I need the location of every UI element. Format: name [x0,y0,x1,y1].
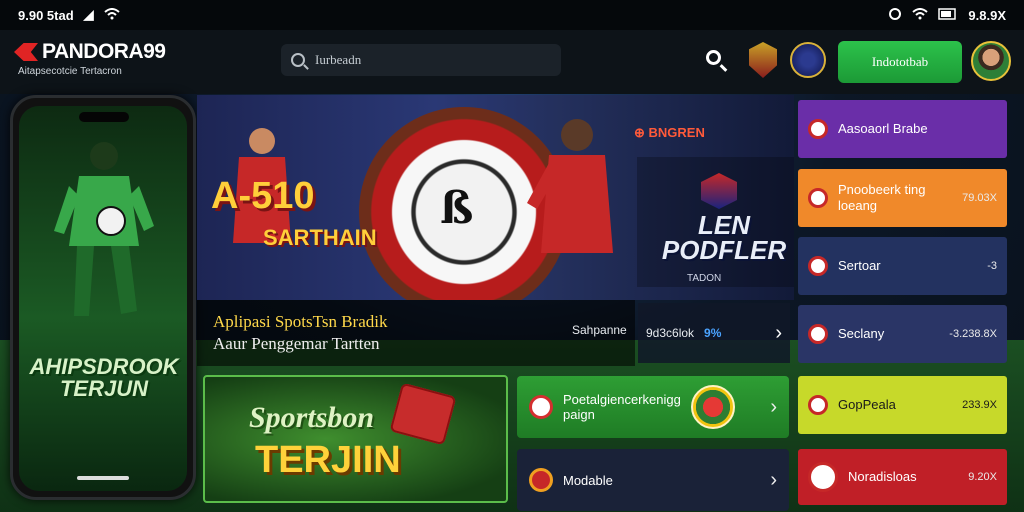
avatar[interactable] [971,41,1011,81]
wifi-icon-right [912,7,929,23]
stat-label: 9d3c6lok [646,326,695,340]
right-item-label: Aasoaorl Brabe [838,121,928,137]
mid-item-label: Poetalgiencerkenigg paign [563,392,681,422]
phone-title-line2: TERJUN [59,376,148,401]
right-item-value: -3 [987,260,997,272]
right-list-item[interactable]: Seclany -3.238.8X [798,305,1007,363]
right-list-item[interactable]: Aasoaorl Brabe [798,100,1007,158]
caption-line2: Aaur Penggemar Tartten [213,334,380,353]
logo-mark-icon [14,43,38,61]
right-item-label: Seclany [838,326,885,342]
hero-brand-sub: TADON [687,273,722,284]
soccer-ball-icon [529,395,553,419]
stat-percent: 9% [704,326,722,340]
mid-item-label: Modable [563,472,613,488]
phone-title: AHIPSDROOK TERJUN [29,356,179,400]
team-badge-icon [808,462,838,492]
right-list-item[interactable]: Noradisloas 9.20X [798,449,1007,505]
right-item-label: Noradisloas [848,469,917,485]
phone-notch [79,112,129,122]
lottery-badge-icon [690,385,735,429]
club-crest-icon [808,188,828,208]
right-item-label: Sertoar [838,258,881,274]
player-right-illustration [527,119,613,253]
right-item-value: 233.9X [962,399,997,411]
club-crest-icon [808,119,828,139]
right-item-value: 79.03X [962,192,997,204]
signup-button[interactable]: Indototbab [838,41,962,83]
brand-name: PANDORA99 [42,40,166,63]
roulette-center-icon: ß [440,183,474,234]
club-crest-icon [808,395,828,415]
chevron-right-icon: › [775,321,782,344]
chevron-right-icon: › [770,395,777,418]
phone-mockup: AHIPSDROOK TERJUN [10,95,196,500]
wifi-icon [104,7,120,23]
shield-icon [529,468,553,492]
sportsbook-tile[interactable]: Sportsbon TERJIIN [203,375,508,503]
status-bar: 9.90 5tad ◢ 9.8.9X [0,0,1024,30]
battery-icon [938,7,958,23]
search-placeholder: Iurbeadn [315,52,362,67]
hero-brand-line2: PODFLER [661,234,787,265]
dice-icon [389,382,457,446]
sportsbook-subtitle: TERJIIN [255,439,401,481]
right-item-label: GopPeala [838,397,896,413]
hero-brand-line1: LEN [698,210,750,240]
battery-percent: 9.8.9X [968,7,1006,23]
alarm-icon [888,7,902,24]
phone-screen: AHIPSDROOK TERJUN [19,106,187,491]
search-button-icon[interactable] [706,50,728,72]
brand-tagline: Aitapsecotcie Tertacron [18,66,122,77]
right-item-value: 9.20X [968,471,997,483]
signal-icon: ◢ [83,7,94,22]
app-caption: Aplipasi SpotsTsn Bradik Aaur Penggemar … [197,300,635,366]
hero-tag: ⊕ BNGREN [634,125,705,140]
brand-logo[interactable]: PANDORA99 Aitapsecotcie Tertacron [14,40,166,77]
soccer-ball-icon [808,256,828,276]
search-input[interactable]: Iurbeadn [281,44,561,76]
chevron-right-icon: › [770,468,777,491]
hero-banner[interactable]: ß A-510 SARTHAIN ⊕ BNGREN LEN PODFLER TA… [197,95,794,300]
caption-line1: Aplipasi SpotsTsn Bradik [213,312,388,331]
phone-home-bar [77,476,129,480]
search-icon [291,53,305,67]
club-crest-icon [808,324,828,344]
right-item-value: -3.238.8X [949,328,997,340]
hero-brand: LEN PODFLER [659,210,789,265]
hero-subtitle: SARTHAIN [263,225,377,250]
right-item-label: Pnoobeerk ting loeang [838,182,926,213]
app-header: PANDORA99 Aitapsecotcie Tertacron Iurbea… [0,30,1024,94]
club-crest-icon[interactable] [749,42,777,78]
hero-title: A-510 [211,175,315,217]
mid-list-item[interactable]: Modable › [517,449,789,511]
soccer-player-illustration [54,142,154,316]
right-list-item[interactable]: GopPeala 233.9X [798,376,1007,434]
mid-list-item[interactable]: Poetalgiencerkenigg paign › [517,376,789,438]
league-badge-icon[interactable] [790,42,826,78]
stat-row[interactable]: 9d3c6lok 9% › [638,303,790,363]
status-time: 9.90 5tad [18,7,74,23]
caption-label: Sahpanne [572,323,627,337]
right-list-item[interactable]: Sertoar -3 [798,237,1007,295]
sportsbook-title: Sportsbon [249,401,375,434]
phone-title-line1: AHIPSDROOK [29,354,179,379]
right-list-item[interactable]: Pnoobeerk ting loeang 79.03X [798,169,1007,227]
